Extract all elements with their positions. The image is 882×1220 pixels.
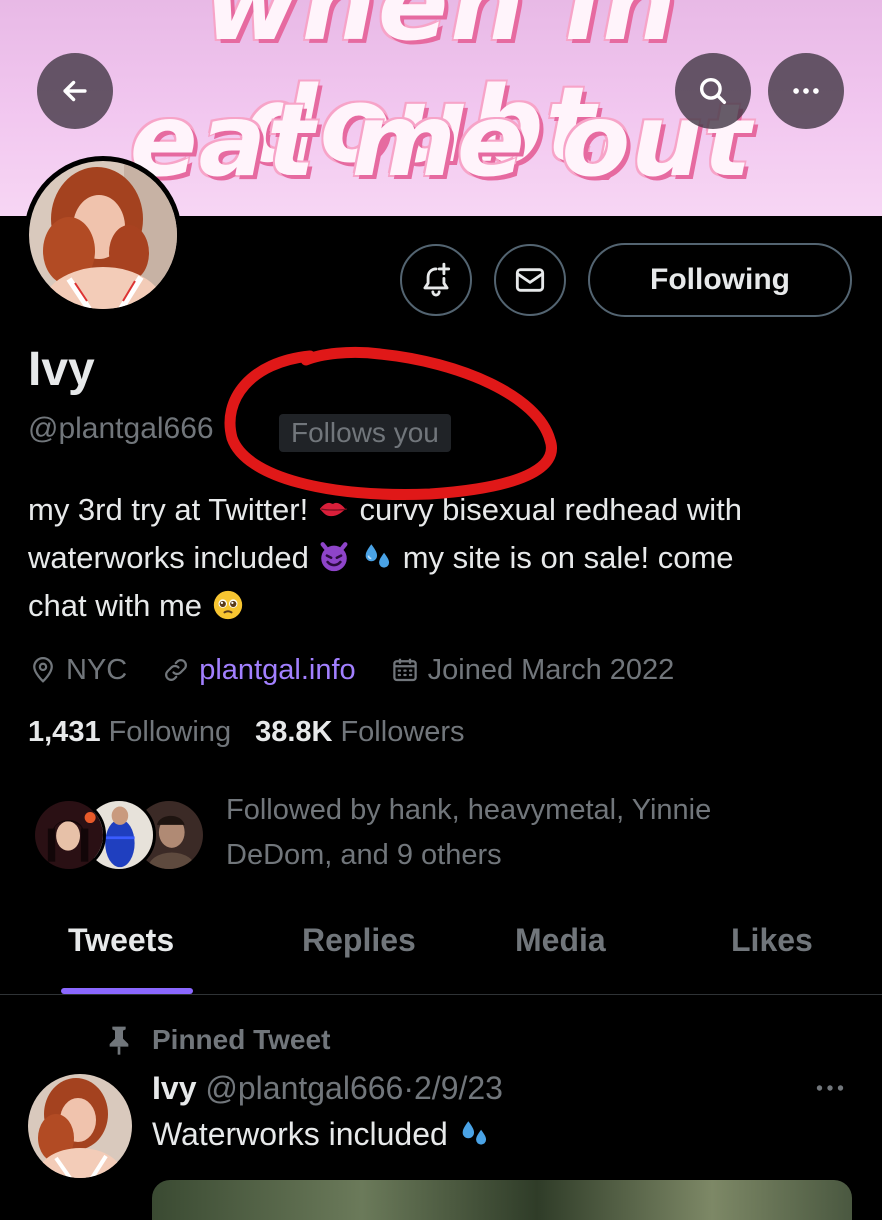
follow-stats: 1,431 Following 38.8K Followers [28,716,489,749]
bio-text: waterworks included [28,540,318,575]
search-icon [699,77,727,105]
following-count: 1,431 [28,716,101,748]
tweet-author-name[interactable]: Ivy [152,1070,196,1106]
envelope-icon [515,268,545,292]
more-horizontal-icon [816,1085,844,1091]
bio-text: my 3rd try at Twitter! [28,492,309,527]
location-pin-icon [33,657,53,683]
joined-text: Joined March 2022 [427,653,675,686]
arrow-left-icon [63,80,87,102]
smiling-devil-emoji-icon [321,542,348,572]
pleading-face-emoji-icon [213,590,242,620]
bio-text: curvy bisexual redhead with [359,492,743,527]
search-button[interactable] [675,53,751,129]
tweet-header: Ivy @plantgal666·2/9/23 [152,1070,503,1107]
tweet-more-button[interactable] [812,1070,848,1115]
back-button[interactable] [37,53,113,129]
profile-avatar[interactable] [24,156,182,314]
tweet-text: Waterworks included [152,1116,491,1153]
link-icon [165,659,188,681]
profile-meta: NYC plantgal.info Joined March 2022 [28,648,708,692]
pin-icon [109,1026,129,1055]
sweat-droplets-emoji-icon [365,544,390,568]
pinned-tweet-label: Pinned Tweet [104,1024,330,1056]
bio-line-1: my 3rd try at Twitter! curvy bisexual re… [28,486,858,534]
followed-by-line-1: Followed by hank, heavymetal, Yinnie [226,794,712,826]
follows-you-badge: Follows you [279,414,451,452]
bell-plus-icon [423,262,451,297]
tab-media[interactable]: Media [515,922,606,959]
pinned-label-text: Pinned Tweet [152,1024,331,1055]
sweat-droplets-emoji-icon [462,1121,486,1145]
calendar-icon [392,658,417,682]
tweet-body: Waterworks included [152,1116,457,1152]
joined-item: Joined March 2022 [390,653,675,687]
profile-tabs: Tweets Replies Media Likes [0,898,882,995]
website-link[interactable]: plantgal.info [199,654,355,687]
tweet-author-avatar[interactable] [28,1074,132,1178]
followed-by-line-2: DeDom, and 9 others [226,839,502,871]
tab-likes[interactable]: Likes [731,922,813,959]
avatar-image [28,1074,132,1178]
bio-line-2: waterworks included my site is on sale! … [28,534,858,582]
tweet-separator: · [403,1070,414,1106]
avatar-image [35,801,103,869]
more-horizontal-icon [793,88,819,94]
followers-count: 38.8K [255,716,333,748]
tweet-media-image[interactable] [152,1180,852,1220]
following-count-link[interactable]: 1,431 Following [28,716,231,749]
follower-avatar-1[interactable] [32,798,106,872]
following-button[interactable]: Following [588,243,852,317]
tab-tweets[interactable]: Tweets [68,922,174,959]
location-text: NYC [66,653,128,686]
followers-count-link[interactable]: 38.8K Followers [255,716,464,749]
profile-bio: my 3rd try at Twitter! curvy bisexual re… [28,486,858,630]
bio-line-3: chat with me [28,582,858,630]
bio-text: my site is on sale! come [402,540,734,575]
tweet-author-handle[interactable]: @plantgal666 [205,1070,403,1106]
more-options-button[interactable] [768,53,844,129]
notifications-button[interactable] [400,244,472,316]
profile-name: Ivy [28,343,95,396]
followed-by-text[interactable]: Followed by hank, heavymetal, Yinnie DeD… [226,788,826,878]
website-item[interactable]: plantgal.info [161,654,356,687]
location-item: NYC [28,654,127,687]
message-button[interactable] [494,244,566,316]
bio-text: chat with me [28,588,211,623]
profile-handle: @plantgal666 [28,412,214,445]
followers-label: Followers [340,716,465,748]
tab-replies[interactable]: Replies [302,922,416,959]
avatar-image [29,161,177,309]
tweet-date[interactable]: 2/9/23 [414,1070,503,1106]
lips-emoji-icon [319,502,347,517]
active-tab-indicator [61,988,193,994]
following-label: Following [108,716,232,748]
